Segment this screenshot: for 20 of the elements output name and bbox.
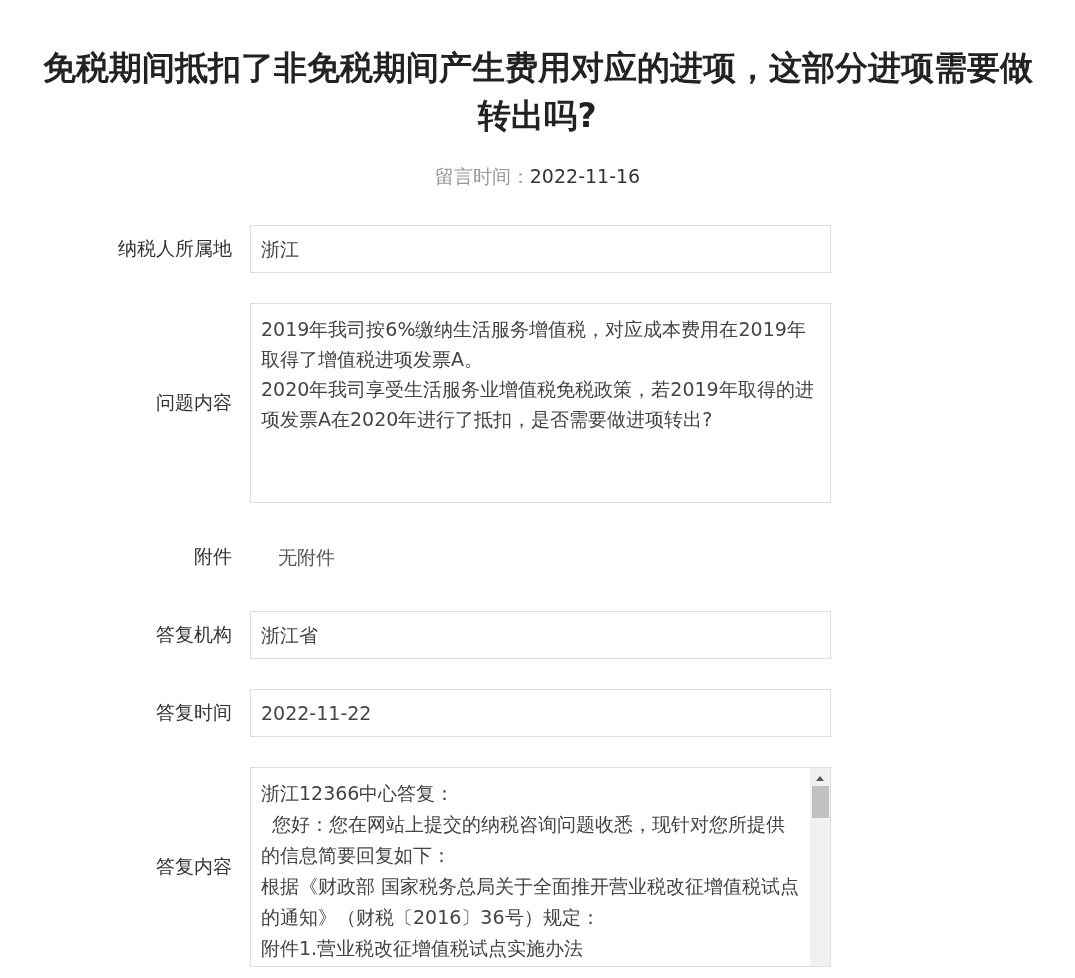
field-label: 纳税人所属地 (117, 236, 232, 262)
answer-paragraph: 根据《财政部 国家税务总局关于全面推开营业税改征增值税试点的通知》（财税〔2016〕36号）规定： (261, 873, 800, 930)
field-label: 答复机构 (155, 622, 232, 648)
answer-paragraph: 您好：您在网站上提交的纳税咨询问题收悉，现针对您所提供的信息简要回复如下： (261, 811, 787, 868)
text-area[interactable]: 浙江12366中心答复： 您好：您在网站上提交的纳税咨询问题收悉，现针对您所提供的信息简要回复如下： 根据《财政部 国家税务总局关于全面推开营业税改征增值税试点的通知》（财税〔2016〕36号）规定： 附件1.营业税改征增值税试点实施办法 (250, 766, 831, 967)
field-label: 答复时间 (155, 700, 232, 726)
field-label: 答复内容 (155, 854, 232, 880)
field-label: 问题内容 (155, 390, 232, 416)
answer-paragraph: 浙江12366中心答复： (261, 780, 456, 806)
text-field[interactable]: 浙江 (250, 224, 831, 273)
field-label: 附件 (193, 544, 232, 570)
text-field[interactable]: 2022-11-22 (250, 688, 831, 737)
text-field[interactable]: 浙江省 (250, 610, 831, 659)
answer-paragraph: 附件1.营业税改征增值税试点实施办法 (261, 935, 585, 961)
date-label: 留言时间： (434, 165, 530, 187)
date-value: 2022-11-16 (529, 165, 641, 187)
attachment-value: 无附件 (277, 544, 336, 570)
scrollbar-thumb (811, 785, 829, 818)
text-area[interactable]: 2019年我司按6%缴纳生活服务增值税，对应成本费用在2019年取得了增值税进项发票A。 2020年我司享受生活服务业增值税免税政策，若2019年取得的进项发票A在2020年进行了抵扣，是否需要做进项转出? (250, 302, 831, 503)
page-title: 免税期间抵扣了非免税期间产生费用对应的进项，这部分进项需要做转出吗? (41, 47, 1034, 137)
